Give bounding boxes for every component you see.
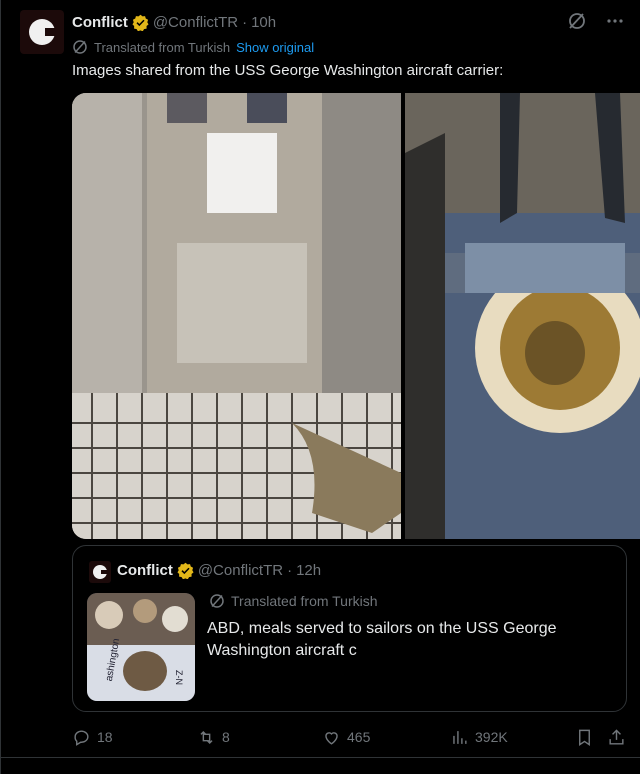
like-count: 465 <box>347 729 371 745</box>
quote-header: Conflict @ConflictTR · 12h <box>117 562 321 579</box>
quoted-tweet[interactable]: Conflict @ConflictTR · 12h ashington Z-N <box>72 545 627 712</box>
bookmark-button[interactable] <box>575 726 594 748</box>
photo-2-illustration <box>405 93 640 539</box>
quote-translated-label: Translated from Turkish <box>231 593 378 609</box>
share-button[interactable] <box>607 726 626 748</box>
next-item-divider <box>1 757 640 774</box>
views-button[interactable]: 392K <box>450 726 508 748</box>
media-grid <box>72 93 640 539</box>
grok-icon[interactable] <box>566 10 588 32</box>
post-time[interactable]: 10h <box>251 14 276 31</box>
quote-time[interactable]: 12h <box>296 562 321 579</box>
translation-notice: Translated from Turkish Show original <box>72 38 314 56</box>
translate-icon <box>73 40 87 54</box>
quote-text: ABD, meals served to sailors on the USS … <box>207 620 557 659</box>
verified-badge-icon <box>177 562 194 579</box>
quote-author-name[interactable]: Conflict <box>117 562 173 579</box>
repost-icon <box>200 730 213 744</box>
tweet-card: Conflict @ConflictTR · 10h Translated fr… <box>0 0 640 774</box>
like-icon <box>325 731 338 745</box>
share-icon <box>609 728 624 745</box>
like-button[interactable]: 465 <box>322 726 370 748</box>
tweet-header: Conflict @ConflictTR · 10h <box>72 12 276 32</box>
photo-1-illustration <box>72 93 401 539</box>
top-actions <box>566 10 626 32</box>
repost-count: 8 <box>222 729 230 745</box>
quote-author-handle[interactable]: @ConflictTR <box>198 562 283 579</box>
author-handle[interactable]: @ConflictTR <box>153 14 238 31</box>
verified-badge-icon <box>132 14 149 31</box>
repost-button[interactable]: 8 <box>197 726 230 748</box>
action-bar: 18 8 465 392K <box>72 726 632 748</box>
media-photo-2[interactable] <box>405 93 640 539</box>
views-icon <box>453 730 467 744</box>
translate-icon <box>210 594 224 608</box>
reply-icon <box>74 729 89 746</box>
reply-button[interactable]: 18 <box>72 726 113 748</box>
quote-translation-notice: Translated from Turkish <box>209 592 378 610</box>
show-original-link[interactable]: Show original <box>236 40 314 55</box>
author-name[interactable]: Conflict <box>72 14 128 31</box>
quote-thumb-illustration: ashington Z-N <box>87 593 195 701</box>
thumb-text-2: Z-N <box>174 670 184 685</box>
media-photo-1[interactable] <box>72 93 401 539</box>
conflict-logo-icon <box>93 565 108 579</box>
quote-author-avatar[interactable] <box>89 561 111 583</box>
separator-dot: · <box>287 562 293 579</box>
separator-dot: · <box>242 13 248 31</box>
reply-count: 18 <box>97 729 113 745</box>
conflict-logo-icon <box>29 19 57 45</box>
quote-media-thumbnail[interactable]: ashington Z-N <box>87 593 195 701</box>
views-count: 392K <box>475 729 508 745</box>
tweet-text: Images shared from the USS George Washin… <box>72 62 504 79</box>
translated-label: Translated from Turkish <box>94 39 231 55</box>
author-avatar[interactable] <box>20 10 64 54</box>
bookmark-icon <box>579 729 590 746</box>
more-icon[interactable] <box>604 10 626 32</box>
